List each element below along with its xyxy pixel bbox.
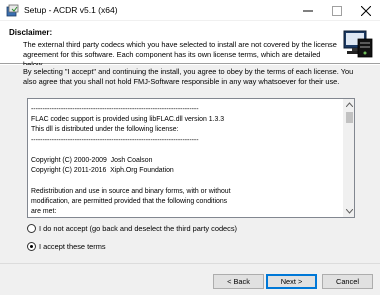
back-button[interactable]: < Back <box>213 274 264 289</box>
wizard-header: Disclaimer: The external third party cod… <box>0 21 380 69</box>
close-window-button[interactable] <box>351 0 380 21</box>
maximize-icon <box>331 5 342 16</box>
accept-label: I accept these terms <box>39 242 106 251</box>
page-title: Disclaimer: <box>9 28 53 37</box>
scroll-down-button[interactable] <box>344 206 354 217</box>
arrow-up-icon <box>346 102 353 107</box>
vertical-scrollbar[interactable] <box>343 99 354 217</box>
minimize-icon <box>302 10 313 11</box>
option-decline[interactable]: I do not accept (go back and deselect th… <box>27 224 237 233</box>
scrollbar-thumb[interactable] <box>346 112 353 123</box>
scroll-up-button[interactable] <box>344 99 354 110</box>
minimize-button[interactable] <box>293 0 322 21</box>
next-button[interactable]: Next > <box>266 274 317 289</box>
license-textbox[interactable]: ----------------------------------------… <box>27 98 355 218</box>
button-bar: < Back Next > Cancel <box>0 263 380 295</box>
title-bar: Setup - ACDR v5.1 (x64) <box>0 0 380 21</box>
installer-icon <box>6 4 19 17</box>
license-text: ----------------------------------------… <box>31 106 231 216</box>
decline-radio[interactable] <box>27 224 36 233</box>
option-accept[interactable]: I accept these terms <box>27 242 106 251</box>
content-area: By selecting "I accept" and continuing t… <box>0 65 380 263</box>
window-title: Setup - ACDR v5.1 (x64) <box>24 5 118 15</box>
maximize-button[interactable] <box>322 0 351 21</box>
decline-label: I do not accept (go back and deselect th… <box>39 224 238 233</box>
cancel-button[interactable]: Cancel <box>322 274 373 289</box>
intro-text: By selecting "I accept" and continuing t… <box>23 67 354 86</box>
arrow-down-icon <box>346 209 353 214</box>
close-icon <box>360 5 371 16</box>
accept-radio[interactable] <box>27 242 36 251</box>
computer-setup-icon <box>340 25 375 60</box>
